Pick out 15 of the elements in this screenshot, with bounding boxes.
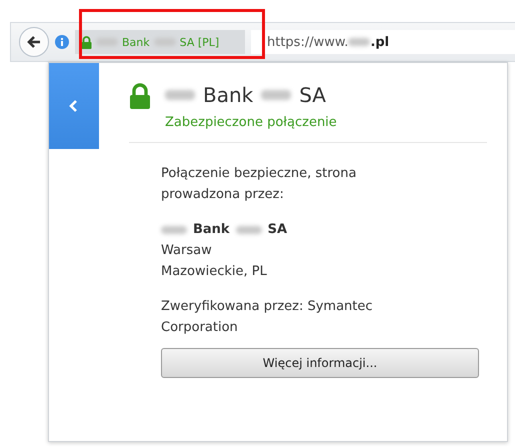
owner-region: Mazowieckie, PL — [161, 263, 268, 281]
popup-title: SA — [299, 83, 326, 107]
intro-text: Połączenie bezpieczne, strona prowadzona przez: — [161, 165, 358, 204]
popup-title: Bank — [203, 83, 254, 107]
owner-name: SA — [268, 221, 288, 239]
more-info-button[interactable]: Więcej informacji... — [161, 348, 479, 378]
identity-label: SA [PL] — [180, 36, 220, 48]
url-text: .pl — [370, 34, 390, 50]
identity-label: Bank — [122, 36, 150, 48]
url-field[interactable]: https://www. .pl — [251, 30, 515, 54]
owner-city: Warsaw — [161, 242, 213, 260]
owner-name: Bank — [193, 221, 230, 239]
verifier-text: Zweryfikowana przez: Symantec Corporation — [161, 298, 374, 337]
url-text: https://www. — [267, 34, 348, 50]
connection-status: Zabezpieczone połączenie — [165, 115, 337, 130]
